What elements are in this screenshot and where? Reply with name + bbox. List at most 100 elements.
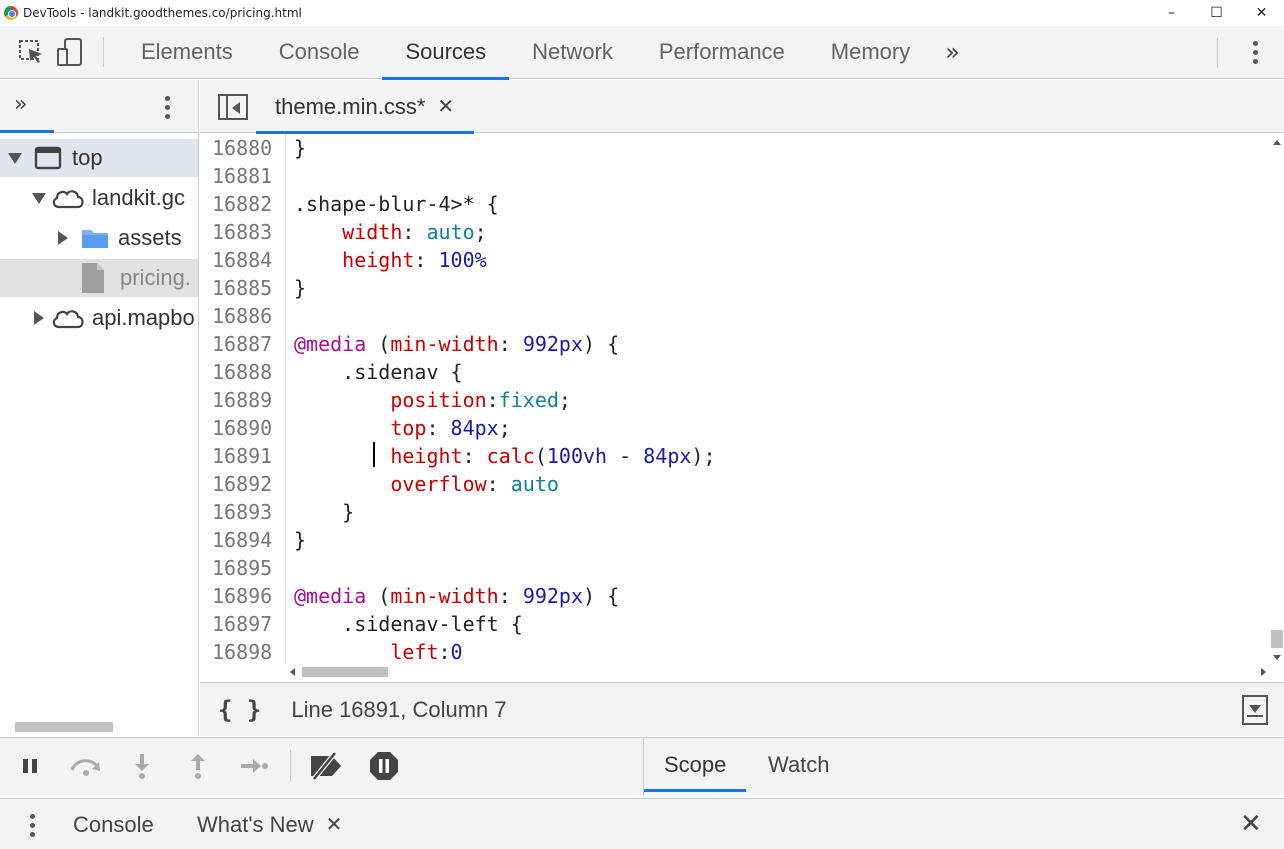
tab-sources[interactable]: Sources xyxy=(382,26,509,80)
code-line[interactable]: 16890 top: 84px; xyxy=(200,414,1270,442)
pause-on-exceptions-icon[interactable] xyxy=(366,748,402,784)
minimize-button[interactable]: – xyxy=(1149,0,1194,26)
expand-triangle-icon xyxy=(32,192,46,204)
drawer-tab-console[interactable]: Console xyxy=(73,799,154,849)
line-number[interactable]: 16888 xyxy=(212,358,278,386)
code-editor[interactable]: 16880} 16881 16882 .shape-blur-4>* {16883 w… xyxy=(200,134,1284,664)
code-line[interactable]: 16895 xyxy=(200,554,1270,582)
inspect-element-icon[interactable] xyxy=(11,26,51,79)
tab-console[interactable]: Console xyxy=(256,26,383,79)
scrollbar-thumb[interactable] xyxy=(1271,630,1283,648)
line-number[interactable]: 16883 xyxy=(212,218,278,246)
code-line[interactable]: 16898 left:0 xyxy=(200,638,1270,664)
line-number[interactable]: 16893 xyxy=(212,498,278,526)
line-number[interactable]: 16880 xyxy=(212,134,278,162)
line-number[interactable]: 16894 xyxy=(212,526,278,554)
editor-vertical-scrollbar[interactable] xyxy=(1270,134,1284,664)
close-tab-icon[interactable]: ✕ xyxy=(437,94,454,119)
drawer-tab-whats-new[interactable]: What's New ✕ xyxy=(197,799,342,849)
show-coverage-icon[interactable] xyxy=(1242,695,1268,725)
navigator-menu-kebab-icon[interactable] xyxy=(155,92,179,122)
code-text: position:fixed; xyxy=(390,388,571,412)
code-line[interactable]: 16880} xyxy=(200,134,1270,162)
code-line[interactable]: 16885} xyxy=(200,274,1270,302)
drawer-menu-kebab-icon[interactable] xyxy=(20,809,44,841)
code-line[interactable]: 16886 xyxy=(200,302,1270,330)
line-number[interactable]: 16884 xyxy=(212,246,278,274)
file-tab-theme-css[interactable]: theme.min.css* ✕ xyxy=(256,80,474,134)
code-line[interactable]: 16887 @media (min-width: 992px) { xyxy=(200,330,1270,358)
line-number[interactable]: 16881 xyxy=(212,162,278,190)
code-line[interactable]: 16894} xyxy=(200,526,1270,554)
step-into-icon[interactable] xyxy=(124,748,160,784)
line-number[interactable]: 16889 xyxy=(212,386,278,414)
expand-triangle-icon xyxy=(8,152,22,164)
debugger-separator xyxy=(290,750,291,782)
code-line[interactable]: 16888 .sidenav { xyxy=(200,358,1270,386)
scrollbar-thumb[interactable] xyxy=(15,722,113,732)
more-tabs-chevron-icon[interactable]: » xyxy=(933,26,972,79)
collapse-triangle-icon xyxy=(34,311,44,325)
line-number[interactable]: 16897 xyxy=(212,610,278,638)
line-number[interactable]: 16885 xyxy=(212,274,278,302)
drawer-tab-label: What's New xyxy=(197,811,314,837)
line-number[interactable]: 16892 xyxy=(212,470,278,498)
line-number[interactable]: 16898 xyxy=(212,638,278,664)
step-out-icon[interactable] xyxy=(180,748,216,784)
close-drawer-icon[interactable]: ✕ xyxy=(1240,809,1262,839)
code-line[interactable]: 16896 @media (min-width: 992px) { xyxy=(200,582,1270,610)
close-tab-icon[interactable]: ✕ xyxy=(326,812,343,837)
code-line[interactable]: 16892 overflow: auto xyxy=(200,470,1270,498)
deactivate-breakpoints-icon[interactable] xyxy=(308,748,344,784)
frame-window-icon xyxy=(34,146,62,170)
tab-network[interactable]: Network xyxy=(509,26,636,79)
navigator-horizontal-scrollbar[interactable] xyxy=(0,717,198,733)
step-icon[interactable] xyxy=(236,748,272,784)
customize-devtools-kebab-icon[interactable] xyxy=(1242,26,1268,79)
code-text: overflow: auto xyxy=(390,472,559,496)
code-line[interactable]: 16897 .sidenav-left { xyxy=(200,610,1270,638)
tab-scope[interactable]: Scope xyxy=(644,738,747,792)
tree-item-top[interactable]: top xyxy=(0,139,198,177)
code-line[interactable]: 16893 } xyxy=(200,498,1270,526)
tab-elements[interactable]: Elements xyxy=(118,26,256,79)
line-number[interactable]: 16887 xyxy=(212,330,278,358)
tree-item-file-pricing[interactable]: pricing. xyxy=(0,259,198,297)
scroll-right-arrow-icon[interactable] xyxy=(1261,668,1266,676)
line-number[interactable]: 16891 xyxy=(212,442,278,470)
tab-watch[interactable]: Watch xyxy=(748,738,850,792)
scrollbar-thumb[interactable] xyxy=(302,667,388,677)
line-number[interactable]: 16886 xyxy=(212,302,278,330)
pretty-print-braces-icon[interactable]: { } xyxy=(218,696,261,724)
navigator-more-tabs-icon[interactable]: » xyxy=(14,92,27,117)
tab-memory[interactable]: Memory xyxy=(808,26,933,79)
file-tab-label: theme.min.css* xyxy=(275,93,426,119)
editor-tab-strip: theme.min.css* ✕ xyxy=(200,80,1284,134)
code-line[interactable]: 16891 height: calc(100vh - 84px); xyxy=(200,442,1270,470)
tree-item-domain-landkit[interactable]: landkit.gc xyxy=(0,179,198,217)
editor-horizontal-scrollbar[interactable] xyxy=(286,664,1270,681)
device-toolbar-icon[interactable] xyxy=(51,26,91,79)
pause-icon[interactable] xyxy=(12,748,48,784)
tree-item-domain-mapbox[interactable]: api.mapbo xyxy=(0,299,198,337)
code-line[interactable]: 16889 position:fixed; xyxy=(200,386,1270,414)
code-line[interactable]: 16881 xyxy=(200,162,1270,190)
toggle-navigator-icon[interactable] xyxy=(218,94,248,120)
close-window-button[interactable]: ✕ xyxy=(1239,0,1284,26)
scroll-left-arrow-icon[interactable] xyxy=(290,668,295,676)
code-line[interactable]: 16883 width: auto; xyxy=(200,218,1270,246)
code-line[interactable]: 16882 .shape-blur-4>* { xyxy=(200,190,1270,218)
tree-item-folder-assets[interactable]: assets xyxy=(0,219,198,257)
maximize-button[interactable]: ☐ xyxy=(1194,0,1239,26)
step-over-icon[interactable] xyxy=(68,748,104,784)
line-number[interactable]: 16890 xyxy=(212,414,278,442)
code-text: .sidenav-left { xyxy=(294,612,523,636)
code-line[interactable]: 16884 height: 100% xyxy=(200,246,1270,274)
line-number[interactable]: 16882 xyxy=(212,190,278,218)
debugger-toolbar xyxy=(0,737,643,795)
scroll-up-arrow-icon[interactable] xyxy=(1273,140,1281,145)
line-number[interactable]: 16896 xyxy=(212,582,278,610)
scroll-down-arrow-icon[interactable] xyxy=(1273,655,1281,660)
tab-performance[interactable]: Performance xyxy=(636,26,808,79)
line-number[interactable]: 16895 xyxy=(212,554,278,582)
